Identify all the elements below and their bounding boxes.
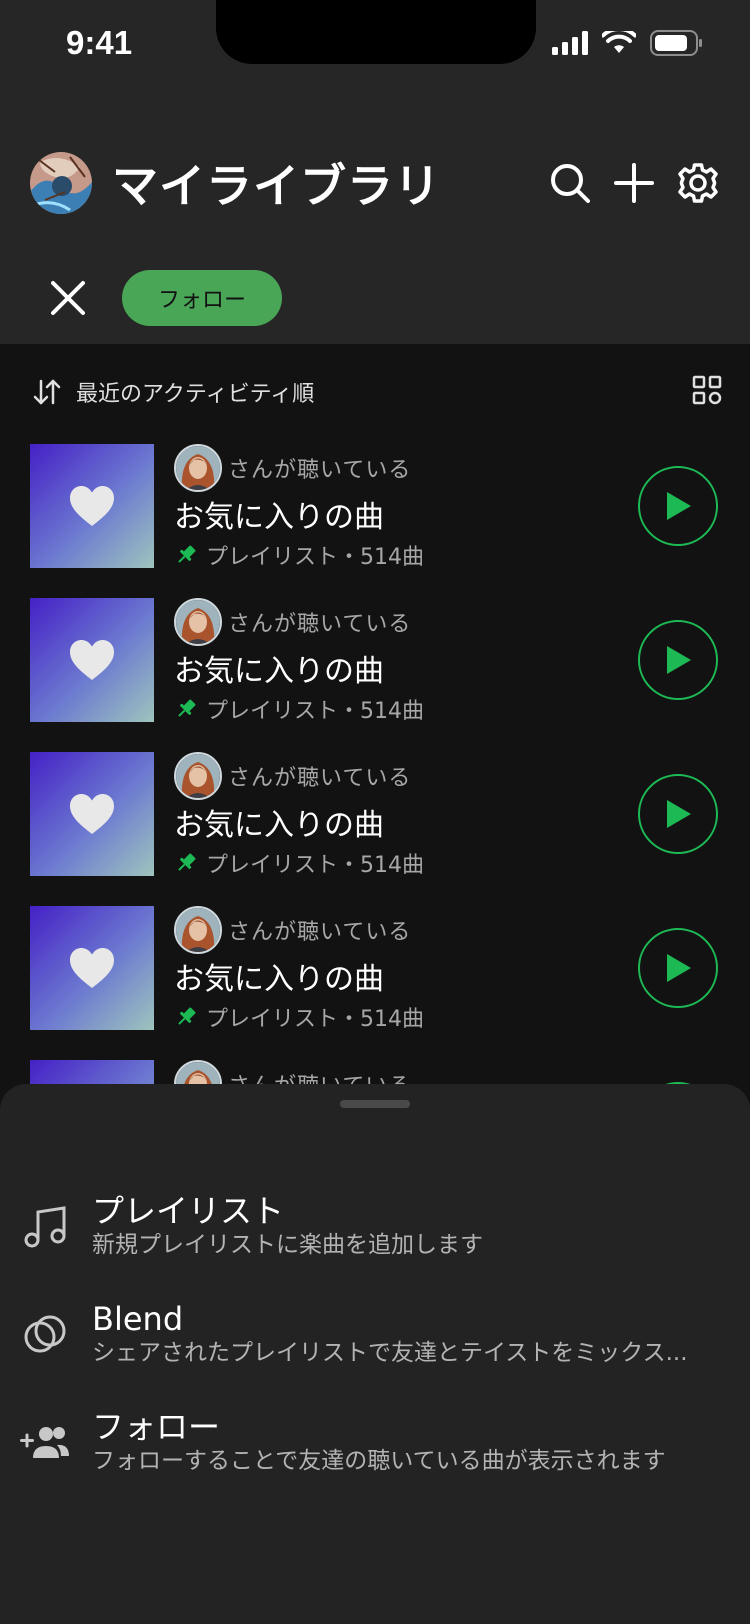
gear-icon — [678, 163, 718, 203]
friend-avatar[interactable] — [174, 906, 222, 954]
grid-view-icon — [692, 375, 722, 405]
playlist-meta: プレイリスト・514曲 — [206, 1007, 424, 1032]
list-item[interactable]: さんが聴いている お気に入りの曲 プレイリスト・514曲 — [30, 444, 720, 598]
grid-view-button[interactable] — [692, 375, 722, 409]
filter-row: フォロー — [48, 270, 282, 326]
listening-status: さんが聴いている — [228, 920, 412, 945]
create-bottom-sheet: プレイリスト 新規プレイリストに楽曲を追加します Blend シェアされたプレイ… — [0, 1084, 750, 1624]
option-description: シェアされたプレイリストで友達とテイストをミックス... — [92, 1340, 688, 1366]
play-icon — [667, 646, 691, 674]
play-button[interactable] — [638, 620, 718, 700]
playlist-meta: プレイリスト・514曲 — [206, 853, 424, 878]
add-button[interactable] — [612, 161, 656, 205]
pin-icon — [178, 545, 196, 563]
search-icon — [551, 164, 590, 203]
playlist-cover — [30, 906, 154, 1030]
option-title: プレイリスト — [92, 1192, 285, 1230]
option-description: フォローすることで友達の聴いている曲が表示されます — [92, 1448, 666, 1474]
playlist-cover — [30, 1060, 154, 1084]
heart-icon — [70, 948, 114, 988]
list-item[interactable]: さんが聴いている お気に入りの曲 プレイリスト・514曲 — [30, 598, 720, 752]
pin-icon — [178, 699, 196, 717]
wifi-icon — [602, 31, 636, 53]
option-title: Blend — [92, 1300, 184, 1338]
playlist-meta: プレイリスト・514曲 — [206, 545, 424, 570]
profile-avatar[interactable] — [30, 152, 92, 214]
list-item[interactable]: さんが聴いている お気に入りの曲 プレイリスト・514曲 — [30, 1060, 720, 1084]
page-title: マイライブラリ — [112, 159, 441, 213]
add-person-icon — [20, 1427, 69, 1458]
settings-button[interactable] — [676, 161, 720, 205]
play-button[interactable] — [638, 928, 718, 1008]
friend-avatar[interactable] — [174, 598, 222, 646]
heart-icon — [70, 794, 114, 834]
sort-row: 最近のアクティビティ順 — [32, 375, 722, 409]
playlist-cover — [30, 752, 154, 876]
play-icon — [667, 492, 691, 520]
playlist-meta: プレイリスト・514曲 — [206, 699, 424, 724]
option-follow[interactable]: フォロー フォローすることで友達の聴いている曲が表示されます — [20, 1402, 740, 1482]
playlist-title: お気に入りの曲 — [174, 500, 384, 535]
play-button[interactable] — [638, 774, 718, 854]
library-list: さんが聴いている お気に入りの曲 プレイリスト・514曲 さんが聴いている お気… — [30, 444, 720, 1084]
listening-status: さんが聴いている — [228, 612, 412, 637]
sort-icon[interactable] — [32, 379, 62, 405]
pin-icon — [178, 853, 196, 871]
status-time: 9:41 — [66, 24, 133, 61]
playlist-title: お気に入りの曲 — [174, 654, 384, 689]
heart-icon — [70, 640, 114, 680]
playlist-title: お気に入りの曲 — [174, 962, 384, 997]
sort-label[interactable]: 最近のアクティビティ順 — [76, 376, 314, 408]
status-icons — [552, 30, 704, 56]
blend-icon — [24, 1315, 66, 1353]
search-button[interactable] — [548, 161, 592, 205]
sheet-handle[interactable] — [340, 1100, 410, 1108]
heart-icon — [70, 486, 114, 526]
friend-avatar[interactable] — [174, 752, 222, 800]
play-button[interactable] — [638, 466, 718, 546]
listening-status: さんが聴いている — [228, 1068, 411, 1084]
play-icon — [667, 800, 691, 828]
list-item[interactable]: さんが聴いている お気に入りの曲 プレイリスト・514曲 — [30, 906, 720, 1060]
option-playlist[interactable]: プレイリスト 新規プレイリストに楽曲を追加します — [20, 1186, 740, 1266]
listening-status: さんが聴いている — [228, 766, 412, 791]
clear-filter-button[interactable] — [48, 278, 88, 318]
option-blend[interactable]: Blend シェアされたプレイリストで友達とテイストをミックス... — [20, 1294, 740, 1374]
play-icon — [667, 954, 691, 982]
playlist-cover — [30, 598, 154, 722]
plus-icon — [614, 163, 654, 203]
library-header: マイライブラリ — [30, 152, 720, 214]
friend-avatar[interactable] — [174, 1060, 222, 1084]
friend-avatar[interactable] — [174, 444, 222, 492]
playlist-title: お気に入りの曲 — [174, 808, 384, 843]
music-note-icon — [24, 1206, 66, 1248]
listening-status: さんが聴いている — [228, 458, 412, 483]
device-notch — [216, 0, 536, 64]
pin-icon — [178, 1007, 196, 1025]
option-description: 新規プレイリストに楽曲を追加します — [92, 1232, 483, 1258]
signal-icon — [552, 31, 588, 55]
playlist-cover — [30, 444, 154, 568]
option-title: フォロー — [92, 1408, 221, 1446]
close-icon — [51, 281, 85, 315]
list-item[interactable]: さんが聴いている お気に入りの曲 プレイリスト・514曲 — [30, 752, 720, 906]
filter-chip-follow[interactable]: フォロー — [122, 270, 282, 326]
battery-icon — [650, 30, 702, 56]
